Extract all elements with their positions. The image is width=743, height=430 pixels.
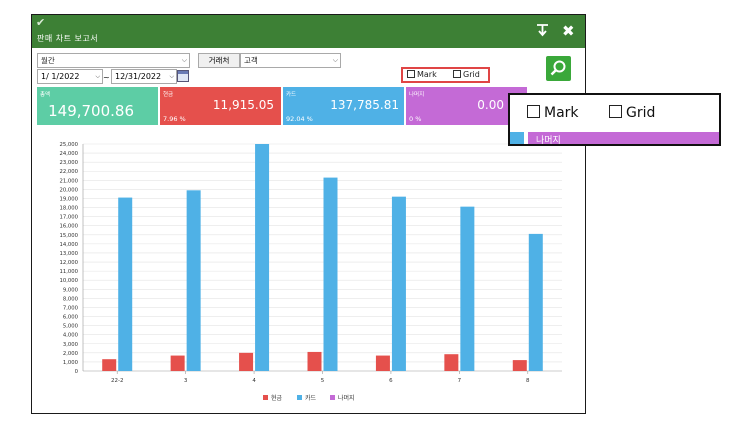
y-tick-label: 0 <box>75 369 79 375</box>
zoom-card-tile-edge <box>510 132 524 144</box>
legend-label: 나머지 <box>338 395 355 402</box>
y-tick-label: 5,000 <box>63 324 79 330</box>
bar-card <box>391 196 406 371</box>
y-tick-label: 17,000 <box>59 215 78 221</box>
y-tick-label: 6,000 <box>63 315 79 321</box>
y-tick-label: 20,000 <box>59 187 78 193</box>
y-tick-label: 18,000 <box>59 206 78 212</box>
x-tick-label: 22-2 <box>111 378 123 384</box>
sales-chart-window: ✔ 판매 차트 보고서 ✖ 월간 ⌵ 거래처 고객 ⌵ 1/ 1/2022 ⌵ … <box>31 14 586 414</box>
bar-card <box>186 190 201 371</box>
y-tick-label: 22,000 <box>59 169 78 175</box>
zoom-callout: Mark Grid 나머지 <box>508 93 721 146</box>
y-tick-label: 13,000 <box>59 251 78 257</box>
y-tick-label: 19,000 <box>59 196 78 202</box>
x-tick-label: 5 <box>321 378 325 384</box>
zoom-grid-label: Grid <box>626 105 656 121</box>
legend-label: 카드 <box>305 395 317 402</box>
bar-card <box>528 233 543 371</box>
bar-cash <box>307 351 322 371</box>
legend-card: 카드 <box>297 393 316 402</box>
bar-cash <box>170 355 185 371</box>
bar-cash <box>239 352 254 371</box>
checkbox-icon <box>527 105 540 118</box>
zoom-mark-label: Mark <box>544 105 579 121</box>
y-tick-label: 3,000 <box>63 342 79 348</box>
legend-swatch <box>263 395 268 400</box>
bar-card <box>255 144 270 371</box>
y-tick-label: 15,000 <box>59 233 78 239</box>
y-tick-label: 12,000 <box>59 260 78 266</box>
y-tick-label: 4,000 <box>63 333 79 339</box>
x-tick-label: 3 <box>184 378 188 384</box>
zoom-mark-checkbox: Mark <box>527 105 579 121</box>
y-tick-label: 9,000 <box>63 287 79 293</box>
bar-cash <box>375 355 390 371</box>
y-tick-label: 14,000 <box>59 242 78 248</box>
y-tick-label: 25,000 <box>59 142 78 148</box>
legend-swatch <box>330 395 335 400</box>
legend-label: 현금 <box>271 395 283 402</box>
x-tick-label: 8 <box>526 378 530 384</box>
y-tick-label: 2,000 <box>63 351 79 357</box>
y-tick-label: 23,000 <box>59 160 78 166</box>
bar-card <box>323 177 338 371</box>
y-tick-label: 24,000 <box>59 151 78 157</box>
y-tick-label: 7,000 <box>63 305 79 311</box>
bar-cash <box>102 359 117 371</box>
bar-cash <box>512 360 527 371</box>
legend-cash: 현금 <box>263 393 282 402</box>
bar-card <box>460 206 475 371</box>
legend-other: 나머지 <box>330 393 355 402</box>
x-tick-label: 6 <box>389 378 393 384</box>
y-tick-label: 16,000 <box>59 224 78 230</box>
x-tick-label: 4 <box>252 378 256 384</box>
y-tick-label: 8,000 <box>63 296 79 302</box>
y-tick-label: 11,000 <box>59 269 78 275</box>
y-tick-label: 10,000 <box>59 278 78 284</box>
y-tick-label: 1,000 <box>63 360 79 366</box>
zoom-grid-checkbox: Grid <box>609 105 655 121</box>
legend-swatch <box>297 395 302 400</box>
sales-bar-chart: 0 1,000 2,000 3,000 4,000 5,000 6,000 7,000 8,00… <box>59 142 562 384</box>
checkbox-icon <box>609 105 622 118</box>
bar-cash <box>444 354 459 371</box>
bar-card <box>118 197 133 371</box>
zoom-other-tile-edge: 나머지 <box>528 132 719 144</box>
y-tick-label: 21,000 <box>59 178 78 184</box>
x-tick-label: 7 <box>458 378 462 384</box>
